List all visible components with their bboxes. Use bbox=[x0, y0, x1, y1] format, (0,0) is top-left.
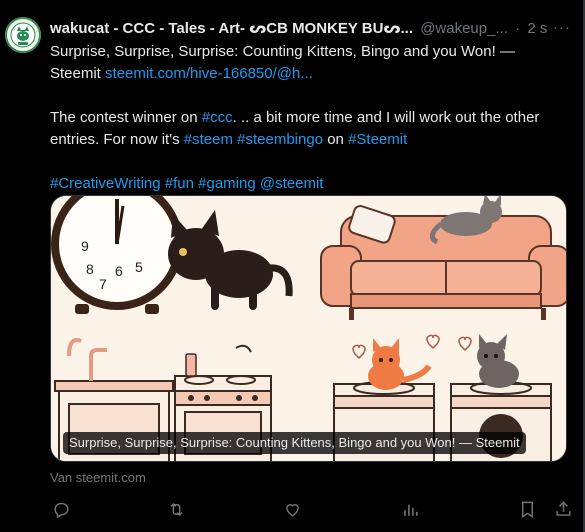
hashtag-line: #CreativeWriting #fun #gaming @steemit bbox=[50, 173, 570, 195]
paragraph-2: The contest winner on #ccc. .. a bit mor… bbox=[50, 107, 570, 151]
clock-number-6: 6 bbox=[115, 263, 123, 279]
bookmark-icon[interactable] bbox=[517, 499, 537, 519]
post-link[interactable]: steemit.com/hive-166850/@h... bbox=[105, 65, 313, 82]
repost-icon[interactable] bbox=[166, 499, 186, 519]
hashtag-ccc[interactable]: #ccc bbox=[202, 109, 233, 126]
timestamp[interactable]: 2 s bbox=[527, 20, 547, 37]
card-title-overlay: Surprise, Surprise, Surprise: Counting K… bbox=[63, 432, 526, 454]
share-icon[interactable] bbox=[553, 499, 573, 519]
title-line-1: Surprise, Surprise, Surprise: Counting K… bbox=[50, 43, 515, 60]
clock-number-9: 9 bbox=[81, 238, 89, 254]
hashtag-fun[interactable]: #fun bbox=[165, 175, 194, 192]
views-icon[interactable] bbox=[400, 499, 420, 519]
mention-steemit[interactable]: @steemit bbox=[260, 175, 324, 192]
separator: · bbox=[515, 20, 521, 37]
reply-icon[interactable] bbox=[51, 499, 71, 519]
text-fragment: The contest winner on bbox=[50, 109, 202, 126]
title-line-2: Steemit steemit.com/hive-166850/@h... bbox=[50, 63, 570, 85]
tweet-text: Surprise, Surprise, Surprise: Counting K… bbox=[50, 41, 570, 195]
hashtag-steemit[interactable]: #Steemit bbox=[348, 131, 407, 148]
author-handle[interactable]: @wakeup_... bbox=[420, 20, 508, 37]
source-site-text: Steemit bbox=[50, 65, 106, 82]
link-card[interactable]: 9 8 7 6 5 Surprise, Surprise, Surprise: … bbox=[50, 195, 567, 462]
like-icon[interactable] bbox=[282, 499, 302, 519]
avatar-logo-icon bbox=[5, 17, 41, 53]
action-bar bbox=[50, 499, 573, 519]
hashtag-gaming[interactable]: #gaming bbox=[198, 175, 256, 192]
author-name[interactable]: wakucat - CCC - Tales - Art- ᔕCB MONKEY … bbox=[50, 20, 413, 37]
clock-number-5: 5 bbox=[135, 259, 143, 275]
tweet-header: wakucat - CCC - Tales - Art- ᔕCB MONKEY … bbox=[50, 19, 580, 39]
hashtag-steembingo[interactable]: #steembingo bbox=[237, 131, 323, 148]
clock-number-8: 8 bbox=[86, 261, 94, 277]
text-fragment: on bbox=[323, 131, 349, 148]
avatar[interactable] bbox=[5, 17, 41, 53]
card-source[interactable]: Van steemit.com bbox=[50, 470, 146, 485]
hashtag-creativewriting[interactable]: #CreativeWriting bbox=[50, 175, 161, 192]
hashtag-steem[interactable]: #steem bbox=[184, 131, 233, 148]
tweet[interactable]: wakucat - CCC - Tales - Art- ᔕCB MONKEY … bbox=[0, 0, 583, 532]
more-options-icon[interactable]: ··· bbox=[553, 19, 571, 36]
card-illustration: 9 8 7 6 5 bbox=[51, 196, 566, 461]
clock-number-7: 7 bbox=[99, 276, 107, 292]
